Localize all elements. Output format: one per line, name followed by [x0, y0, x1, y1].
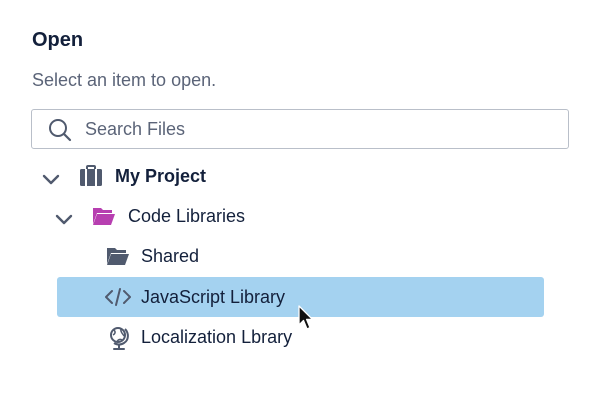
briefcase-icon — [79, 164, 103, 188]
tree-item-label: My Project — [115, 166, 207, 186]
tree-item-my-project[interactable]: My Project — [32, 156, 544, 196]
search-box[interactable] — [31, 109, 569, 149]
tree-item-label: Shared — [141, 246, 200, 266]
search-input[interactable] — [85, 110, 555, 148]
globe-icon — [107, 325, 131, 350]
dialog-title: Open — [32, 29, 84, 51]
code-icon — [105, 285, 131, 309]
folder-open-icon — [92, 204, 116, 228]
tree-item-code-libraries[interactable]: Code Libraries — [32, 196, 544, 236]
tree-item-label: Code Libraries — [128, 206, 246, 226]
chevron-down-icon[interactable] — [42, 170, 60, 185]
search-icon — [48, 118, 72, 142]
chevron-down-icon[interactable] — [55, 210, 73, 225]
mouse-pointer-icon — [298, 305, 316, 331]
tree-item-label: Localization Lbrary — [141, 327, 293, 347]
dialog-subtitle: Select an item to open. — [32, 70, 217, 90]
tree-item-label: JavaScript Library — [141, 287, 286, 307]
tree-item-shared[interactable]: Shared — [57, 236, 544, 276]
folder-icon — [106, 244, 130, 268]
